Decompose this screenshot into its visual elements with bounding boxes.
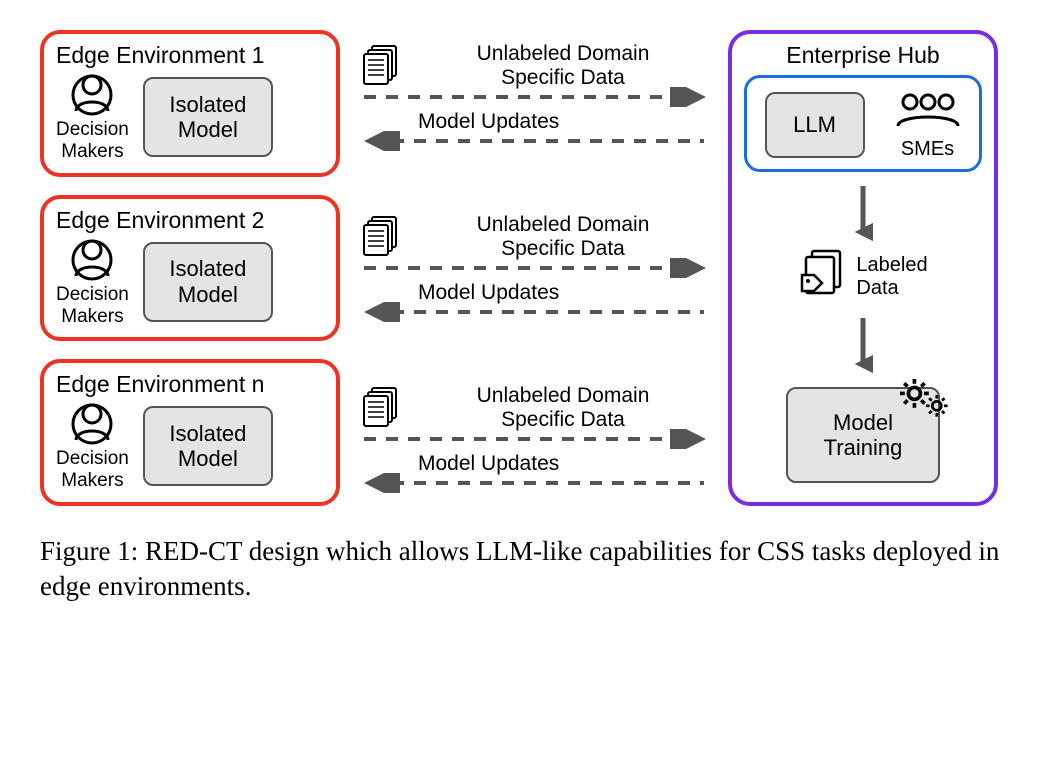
isolated-model-label: Isolated Model (169, 92, 246, 143)
figure-caption: Figure 1: RED-CT design which allows LLM… (40, 534, 1000, 604)
decision-makers: Decision Makers (56, 71, 129, 163)
unlabeled-data-label: Unlabeled Domain Specific Data (414, 384, 712, 432)
isolated-model-box: Isolated Model (143, 77, 273, 157)
hub-title: Enterprise Hub (786, 42, 939, 69)
person-icon (70, 400, 114, 448)
documents-icon (356, 44, 408, 88)
arrow-down-icon (853, 314, 873, 379)
tagged-documents-icon (798, 249, 846, 304)
isolated-model-label: Isolated Model (169, 421, 246, 472)
isolated-model-box: Isolated Model (143, 406, 273, 486)
edge-env-title: Edge Environment 1 (56, 42, 326, 69)
arrow-from-hub-icon (356, 307, 712, 317)
person-icon (70, 236, 114, 284)
exchange-1: Unlabeled Domain Specific Data Model Upd… (356, 42, 712, 146)
model-training-label: Model Training (824, 410, 903, 461)
enterprise-hub: Enterprise Hub LLM SMEs Labeled Data Mod… (728, 30, 998, 506)
documents-icon (356, 386, 408, 430)
edge-environment-1: Edge Environment 1 Decision Makers Isola… (40, 30, 340, 177)
arrow-to-hub-icon (356, 434, 712, 444)
edge-environments-column: Edge Environment 1 Decision Makers Isola… (40, 30, 340, 506)
decision-makers: Decision Makers (56, 236, 129, 328)
decision-makers-label: Decision Makers (56, 284, 129, 328)
edge-environment-2: Edge Environment 2 Decision Makers Isola… (40, 195, 340, 342)
arrow-from-hub-icon (356, 478, 712, 488)
smes-label: SMEs (901, 138, 954, 161)
arrow-down-icon (853, 182, 873, 247)
decision-makers-label: Decision Makers (56, 119, 129, 163)
smes: SMEs (894, 88, 962, 161)
arrow-to-hub-icon (356, 263, 712, 273)
gears-icon (896, 377, 952, 430)
decision-makers: Decision Makers (56, 400, 129, 492)
model-training-box: Model Training (786, 387, 940, 483)
people-icon (894, 88, 962, 138)
red-ct-diagram: Edge Environment 1 Decision Makers Isola… (40, 30, 1002, 506)
exchange-3: Unlabeled Domain Specific Data Model Upd… (356, 384, 712, 488)
isolated-model-box: Isolated Model (143, 242, 273, 322)
labeled-data: Labeled Data (798, 249, 927, 304)
decision-makers-label: Decision Makers (56, 448, 129, 492)
documents-icon (356, 215, 408, 259)
person-icon (70, 71, 114, 119)
labeled-data-label: Labeled Data (856, 254, 927, 300)
arrow-from-hub-icon (356, 136, 712, 146)
hub-top-group: LLM SMEs (744, 75, 982, 172)
data-exchange-column: Unlabeled Domain Specific Data Model Upd… (356, 30, 712, 506)
llm-box: LLM (765, 92, 865, 158)
edge-env-title: Edge Environment n (56, 371, 326, 398)
unlabeled-data-label: Unlabeled Domain Specific Data (414, 42, 712, 90)
edge-environment-n: Edge Environment n Decision Makers Isola… (40, 359, 340, 506)
arrow-to-hub-icon (356, 92, 712, 102)
edge-env-title: Edge Environment 2 (56, 207, 326, 234)
isolated-model-label: Isolated Model (169, 256, 246, 307)
exchange-2: Unlabeled Domain Specific Data Model Upd… (356, 213, 712, 317)
unlabeled-data-label: Unlabeled Domain Specific Data (414, 213, 712, 261)
llm-label: LLM (793, 112, 836, 138)
